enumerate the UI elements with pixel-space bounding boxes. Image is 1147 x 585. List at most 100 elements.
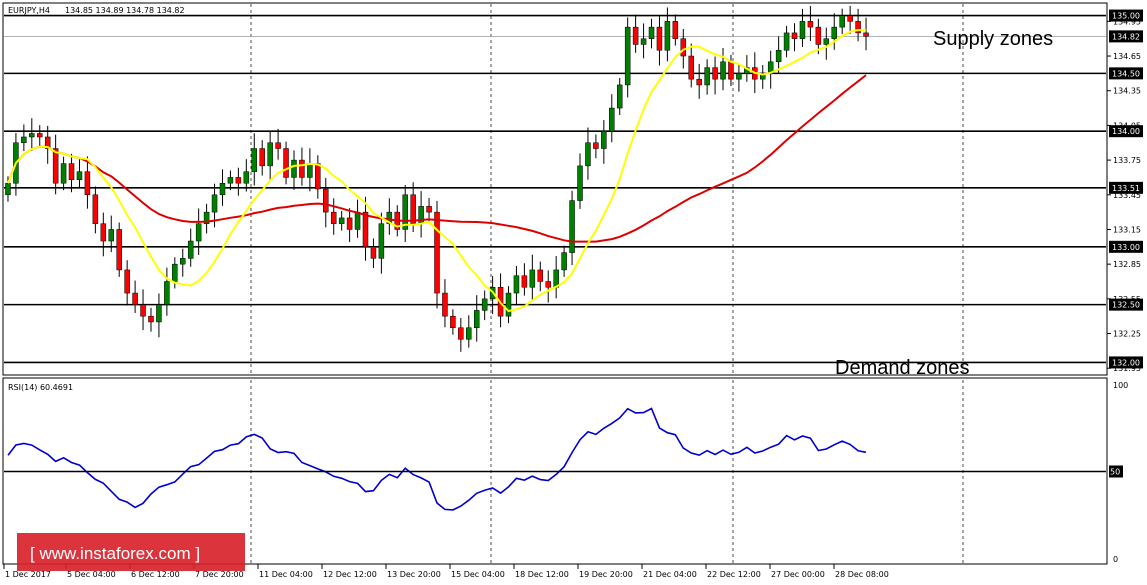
candle [434, 201, 440, 309]
price-axis: 134.95134.65134.35134.05133.75133.45133.… [1107, 9, 1143, 373]
candle-body [624, 26, 631, 86]
candle-body [116, 229, 122, 271]
candle-body [60, 163, 67, 184]
level-tag-label: 133.51 [1112, 184, 1140, 193]
level-tag-label: 134.50 [1112, 69, 1140, 78]
candle-body [632, 26, 639, 45]
candle-body [720, 61, 726, 80]
candle-body [330, 211, 337, 224]
candle-body [807, 21, 814, 28]
candle-body [378, 223, 385, 259]
candle-body [29, 133, 35, 138]
candle-body [473, 310, 480, 328]
candle-body [601, 130, 607, 149]
price-tick-label: 133.15 [1113, 225, 1141, 234]
candle-body [434, 211, 440, 294]
candle-body [100, 223, 107, 242]
candle-body [545, 281, 551, 288]
candle-body [132, 292, 138, 305]
rsi-tick-label: 100 [1113, 381, 1128, 390]
candle-body [648, 26, 655, 39]
candle-body [148, 315, 154, 323]
candle-body [37, 133, 43, 138]
candle-body [315, 163, 321, 190]
price-panel [2, 2, 1108, 376]
candle-body [68, 163, 75, 180]
time-tick-label: 5 Dec 04:00 [67, 570, 116, 579]
time-tick-label: 19 Dec 20:00 [579, 570, 633, 579]
candle-body [346, 217, 353, 230]
candle-body [529, 269, 536, 288]
candle-body [227, 177, 234, 184]
rsi-axis: 100 50 0 [1109, 381, 1128, 564]
candle-body [505, 292, 512, 317]
candle-body [140, 304, 146, 317]
candle-body [92, 194, 99, 224]
time-tick-label: 22 Dec 12:00 [707, 570, 761, 579]
candle-body [323, 188, 329, 213]
candle-body [466, 327, 472, 340]
current-price-tag-label: 134.82 [1112, 32, 1140, 41]
candle-body [5, 182, 11, 196]
candle-body [481, 298, 488, 311]
candle-body [370, 246, 377, 259]
candle-body [831, 26, 837, 39]
candle-body [410, 194, 416, 224]
candle-body [799, 21, 806, 39]
time-tick-label: 15 Dec 04:00 [451, 570, 505, 579]
time-tick-label: 13 Dec 20:00 [387, 570, 441, 579]
candle-body [815, 26, 822, 45]
candle-body [172, 263, 178, 282]
candle-body [84, 171, 91, 196]
rsi-tick-label: 50 [1110, 468, 1120, 477]
candle-body [616, 84, 623, 109]
candle-body [211, 194, 218, 213]
candle-body [561, 252, 567, 271]
candle-body [696, 78, 702, 86]
candle-body [847, 15, 853, 22]
candle [116, 222, 122, 277]
candle-body [728, 61, 734, 80]
candle-body [426, 206, 432, 213]
candle-body [338, 217, 345, 224]
candle-body [450, 315, 456, 328]
candle-body [537, 269, 544, 282]
candle-body [291, 159, 297, 178]
candle-body [219, 182, 226, 196]
candle-body [736, 73, 742, 80]
price-tick-label: 132.85 [1113, 260, 1141, 269]
level-tag-label: 135.00 [1112, 12, 1140, 21]
candle-body [283, 148, 289, 178]
price-tick-label: 133.75 [1113, 156, 1141, 165]
candle-body [664, 21, 671, 51]
candle-body [640, 38, 647, 45]
candle-body [791, 32, 798, 39]
candle-body [243, 171, 250, 184]
candle-body [577, 165, 583, 201]
time-tick-label: 7 Dec 20:00 [195, 570, 244, 579]
candle-body [704, 67, 710, 86]
candle-body [783, 32, 790, 51]
candle-body [672, 21, 679, 39]
rsi-tick-label: 0 [1113, 555, 1118, 564]
candle-body [712, 67, 718, 80]
candle-body [609, 107, 615, 132]
candle-body [823, 38, 830, 45]
candle-body [775, 50, 782, 63]
candle-body [52, 148, 59, 184]
candle-body [187, 240, 194, 259]
candle-body [863, 32, 869, 37]
candle-body [259, 148, 265, 167]
candle-body [267, 142, 273, 167]
demand-zones-label: Demand zones [835, 357, 970, 379]
candle-body [235, 177, 242, 184]
candle-body [839, 15, 845, 28]
candle-body [513, 275, 520, 294]
candle-body [21, 136, 27, 143]
candle-body [108, 229, 115, 242]
candle-body [442, 292, 448, 317]
candle-body [593, 142, 599, 149]
price-tick-label: 134.35 [1113, 87, 1141, 96]
candle-body [521, 275, 528, 288]
time-tick-label: 1 Dec 2017 [5, 570, 51, 579]
